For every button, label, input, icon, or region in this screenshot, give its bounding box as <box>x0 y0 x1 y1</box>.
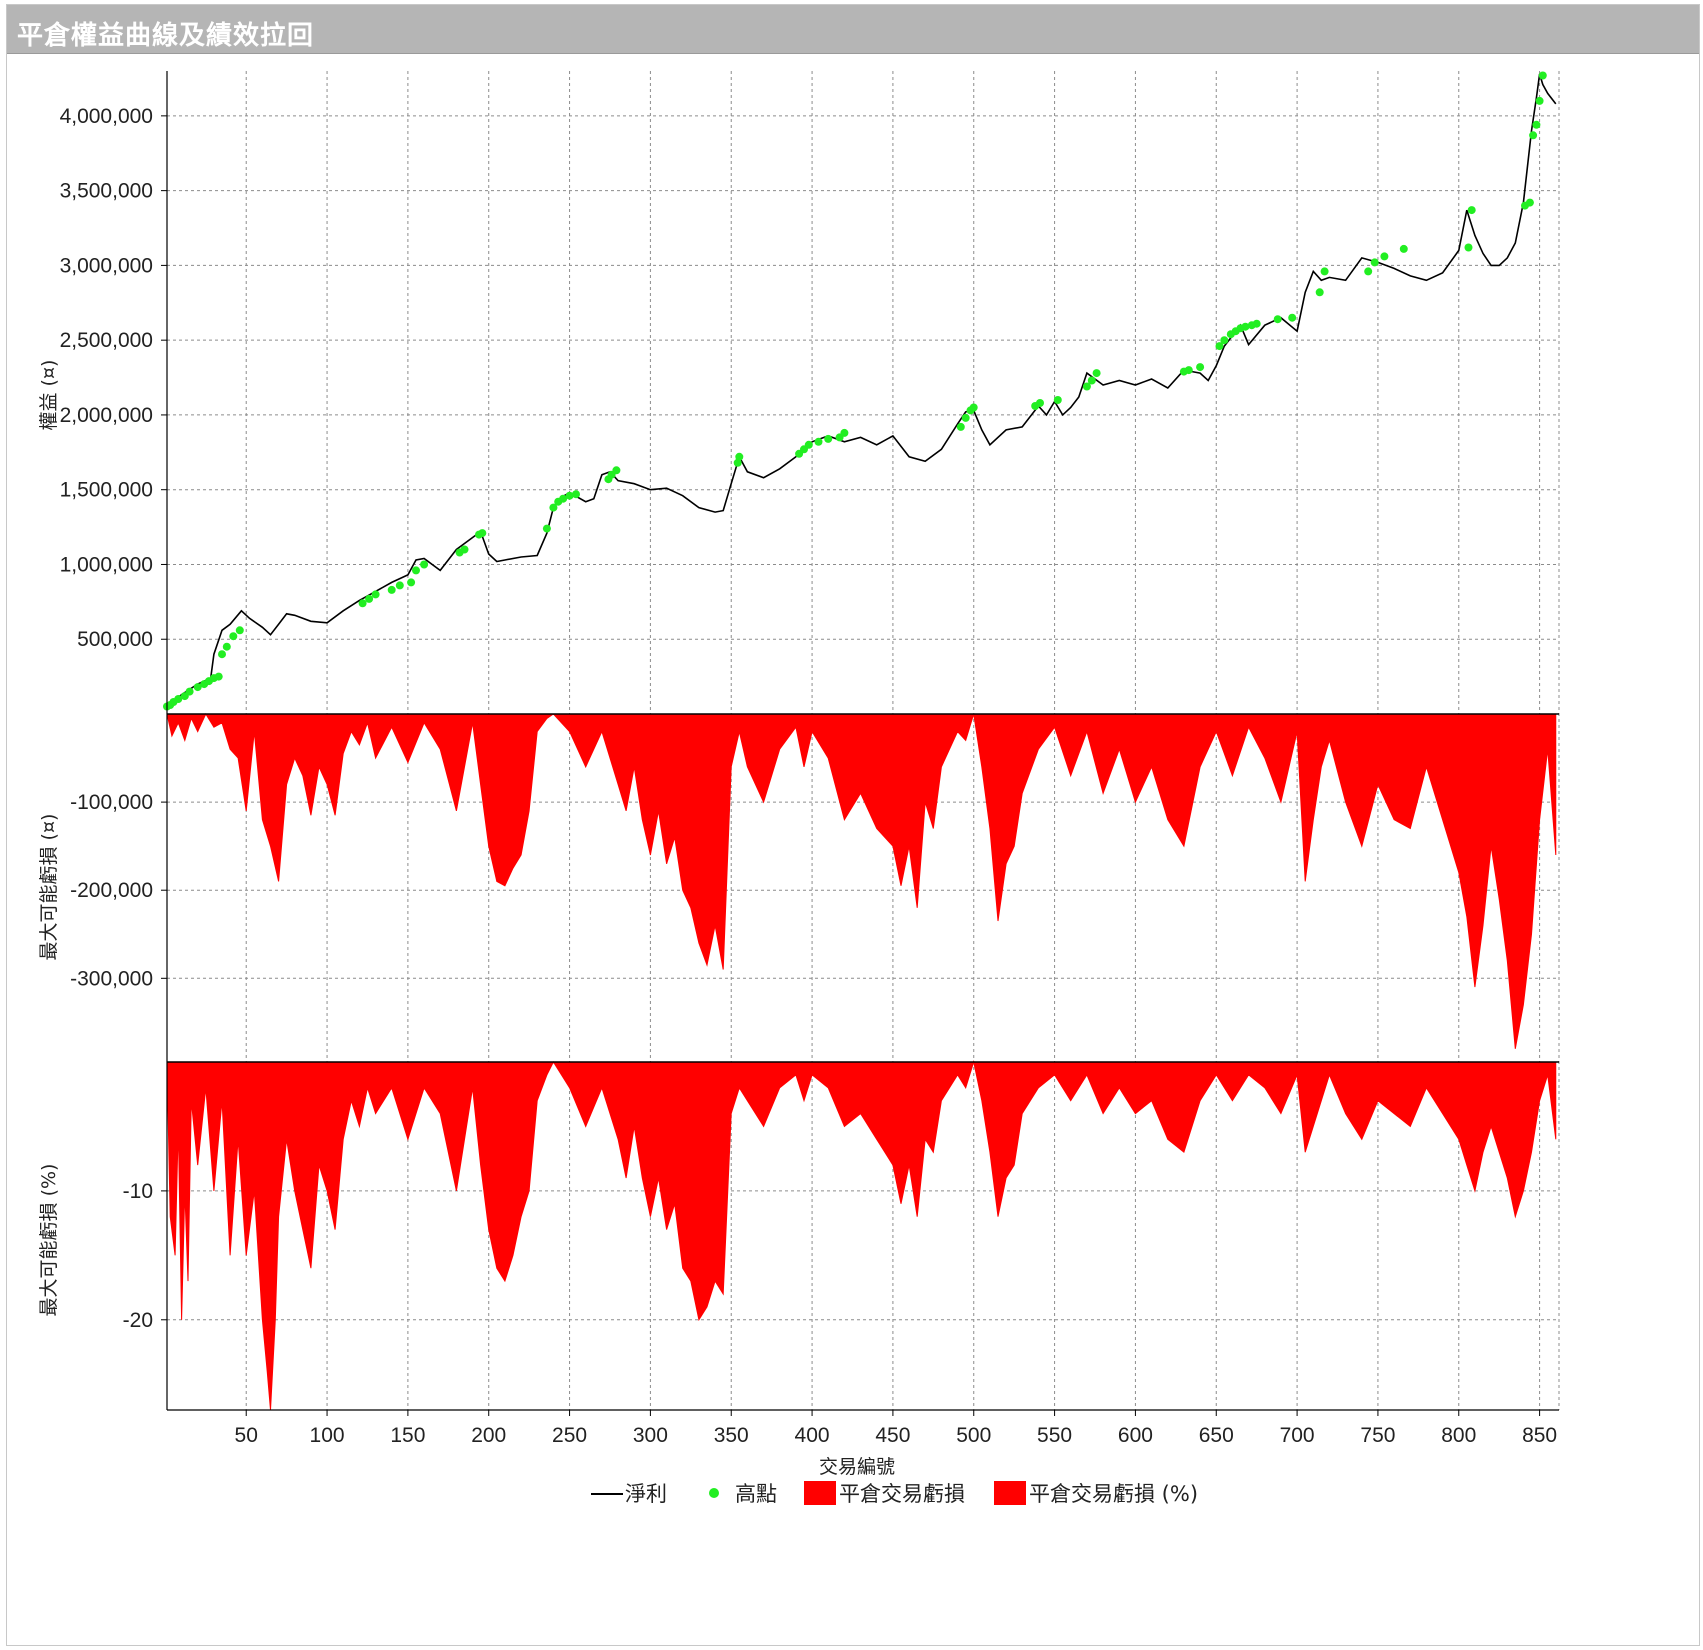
new-high-point <box>735 452 744 461</box>
y-tick-label: 3,000,000 <box>60 254 153 277</box>
x-tick-label: 150 <box>390 1424 425 1447</box>
new-high-point <box>1529 131 1538 140</box>
y-tick-label: -20 <box>123 1309 153 1332</box>
new-high-point <box>365 594 374 603</box>
legend-swatch-area <box>804 1481 836 1505</box>
new-high-point <box>572 490 580 499</box>
new-high-point <box>371 590 380 599</box>
y-tick-label: -10 <box>123 1180 153 1203</box>
new-high-point <box>218 650 226 659</box>
x-tick-label: 700 <box>1280 1424 1315 1447</box>
new-high-point <box>1535 96 1544 105</box>
new-high-point <box>235 626 244 635</box>
equity-drawdown-chart: 500,000 1,000,000 1,500,000 2,000,000 2,500,… <box>38 71 1560 1506</box>
drawdown-pct-area <box>166 1060 1557 1411</box>
x-tick-label: 400 <box>795 1424 830 1447</box>
y-tick-label: 1,000,000 <box>60 553 153 576</box>
new-high-point <box>478 529 487 538</box>
new-high-point <box>612 466 621 475</box>
legend-label: 高點 <box>735 1482 777 1506</box>
new-high-point <box>542 524 551 533</box>
new-high-point <box>824 434 833 443</box>
new-high-point <box>1087 376 1096 385</box>
new-high-point <box>1220 336 1229 345</box>
new-high-point <box>1320 267 1329 276</box>
chart-panel: 平倉權益曲線及績效拉回 500,000 1,000,000 1,500,000 2,0… <box>6 4 1700 1646</box>
legend-swatch-area <box>994 1481 1026 1505</box>
new-high-point <box>1532 120 1541 129</box>
x-axis-title: 交易編號 <box>819 1456 895 1478</box>
x-tick-label: 500 <box>956 1424 991 1447</box>
x-tick-label: 50 <box>235 1424 258 1447</box>
x-tick-label: 800 <box>1441 1424 1476 1447</box>
x-tick-label: 450 <box>875 1424 910 1447</box>
x-tick-label: 600 <box>1118 1424 1153 1447</box>
x-tick-label: 850 <box>1522 1424 1557 1447</box>
new-high-point <box>358 599 367 608</box>
legend-swatch-point <box>709 1488 719 1498</box>
y-tick-label: 2,500,000 <box>60 329 153 352</box>
y-tick-label: -100,000 <box>70 791 153 814</box>
new-high-point <box>1036 399 1044 407</box>
y-tick-label: 4,000,000 <box>60 105 153 128</box>
new-high-point <box>1092 369 1101 378</box>
new-high-point <box>1273 315 1282 324</box>
new-high-point <box>412 566 420 575</box>
new-high-point <box>1399 244 1408 253</box>
y-tick-label: 500,000 <box>77 628 153 651</box>
legend-label: 平倉交易虧損 (%) <box>1029 1482 1198 1506</box>
y-axis-title: 權益 (¤) <box>38 360 60 431</box>
y-tick-label: -300,000 <box>70 967 153 990</box>
new-high-point <box>1196 363 1205 372</box>
y-axis-title: 最大可能虧損 (¤) <box>38 814 60 961</box>
x-tick-label: 350 <box>714 1424 749 1447</box>
x-tick-label: 200 <box>471 1424 506 1447</box>
x-tick-label: 650 <box>1199 1424 1234 1447</box>
new-high-point <box>460 545 469 554</box>
new-high-point <box>387 585 396 594</box>
x-tick-label: 750 <box>1360 1424 1395 1447</box>
new-high-point <box>1315 288 1324 297</box>
new-high-point <box>1370 258 1379 267</box>
new-high-point <box>1380 252 1389 261</box>
x-tick-label: 300 <box>633 1424 668 1447</box>
y-tick-label: 1,500,000 <box>60 479 153 502</box>
new-high-point <box>1053 396 1062 404</box>
new-high-point <box>956 422 965 431</box>
new-high-point <box>1538 71 1547 80</box>
y-tick-label: 3,500,000 <box>60 180 153 203</box>
new-high-point <box>395 581 404 590</box>
new-high-point <box>969 403 978 412</box>
legend-label: 平倉交易虧損 <box>839 1482 965 1506</box>
legend-label: 淨利 <box>625 1482 667 1506</box>
new-high-point <box>961 413 970 422</box>
y-tick-label: 2,000,000 <box>60 404 153 427</box>
new-high-point <box>1464 243 1473 252</box>
new-high-point <box>1252 319 1261 328</box>
new-high-point <box>420 560 429 569</box>
x-tick-label: 250 <box>552 1424 587 1447</box>
new-high-point <box>1467 206 1476 215</box>
x-tick-label: 550 <box>1037 1424 1072 1447</box>
y-axis-title: 最大可能虧損 (%) <box>38 1164 60 1317</box>
y-tick-label: -200,000 <box>70 879 153 902</box>
new-high-point <box>185 687 194 696</box>
equity-line <box>166 73 1557 708</box>
new-high-point <box>407 578 416 587</box>
x-tick-label: 100 <box>310 1424 345 1447</box>
new-high-point <box>1288 313 1297 322</box>
new-high-point <box>222 642 231 651</box>
new-high-point <box>804 440 813 449</box>
drawdown-area <box>166 712 1557 1049</box>
new-high-point <box>214 672 223 681</box>
new-high-point <box>229 632 238 641</box>
new-high-point <box>1184 366 1193 375</box>
new-high-point <box>840 428 849 437</box>
new-high-point <box>814 437 823 446</box>
new-high-point <box>1525 198 1534 207</box>
new-high-point <box>1364 267 1373 276</box>
